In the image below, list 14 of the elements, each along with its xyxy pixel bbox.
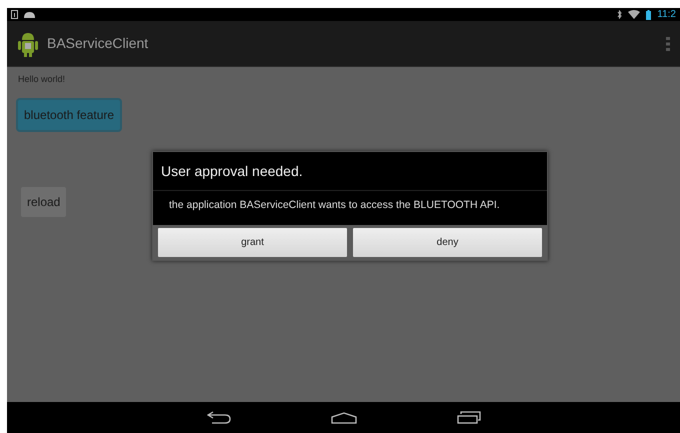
wifi-icon xyxy=(628,10,640,19)
dialog-title: User approval needed. xyxy=(153,152,547,191)
grant-button[interactable]: grant xyxy=(158,228,347,257)
clock: 11:2 xyxy=(657,8,676,22)
hello-text: Hello world! xyxy=(18,73,66,86)
battery-icon xyxy=(646,10,652,20)
dialog-message: the application BAServiceClient wants to access the BLUETOOTH API. xyxy=(168,198,501,213)
bluetooth-icon xyxy=(617,10,622,19)
notification-icon xyxy=(11,10,18,19)
back-icon[interactable] xyxy=(206,411,230,424)
app-title: BAServiceClient xyxy=(47,34,148,53)
recent-apps-icon[interactable] xyxy=(456,411,480,424)
home-icon[interactable] xyxy=(330,412,356,424)
deny-button[interactable]: deny xyxy=(353,228,542,257)
